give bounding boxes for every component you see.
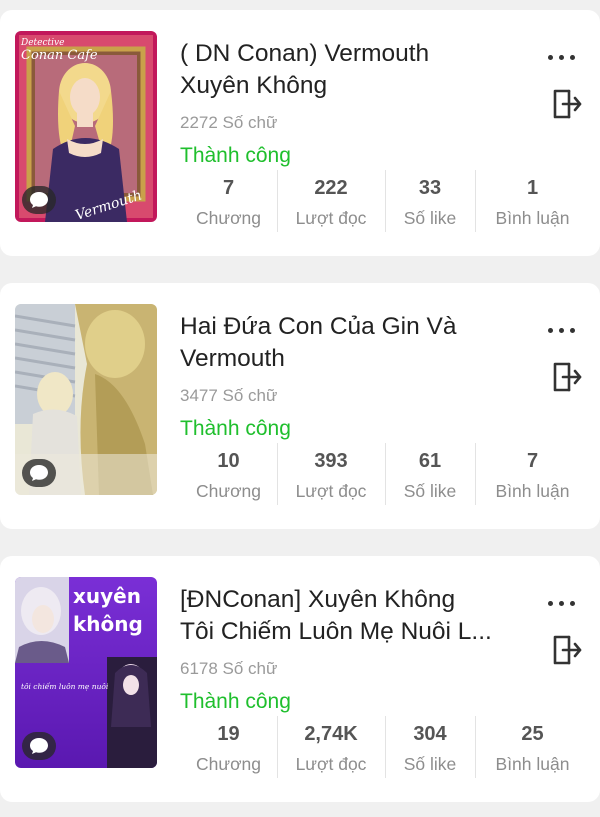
story-stats: 7 Chương 222 Lượt đọc 33 Số like 1 Bình … <box>180 170 590 232</box>
stat-chapters: 7 Chương <box>180 170 277 232</box>
exit-door-icon[interactable] <box>549 87 583 121</box>
more-options-icon[interactable] <box>548 596 584 610</box>
svg-text:xuyên: xuyên <box>73 584 141 608</box>
stat-value: 393 <box>314 450 348 472</box>
comment-bubble-icon <box>22 459 56 487</box>
story-title-line-2: Tôi Chiếm Luôn Mẹ Nuôi L... <box>180 618 492 645</box>
story-card[interactable]: Hai Đứa Con Của Gin Và Vermouth 3477 Số … <box>0 283 600 529</box>
stat-likes: 61 Số like <box>385 443 475 505</box>
stat-label: Lượt đọc <box>295 481 367 501</box>
status-label: Thành công <box>180 690 291 713</box>
story-stats: 19 Chương 2,74K Lượt đọc 304 Số like 25 … <box>180 716 590 778</box>
comment-bubble-icon <box>22 186 56 214</box>
word-count: 3477 Số chữ <box>180 386 278 405</box>
stat-label: Chương <box>195 754 262 774</box>
stat-comments: 25 Bình luận <box>475 716 590 778</box>
stat-value: 304 <box>413 723 447 745</box>
stat-value: 1 <box>526 177 539 199</box>
stat-value: 33 <box>418 177 442 199</box>
stat-likes: 304 Số like <box>385 716 475 778</box>
stat-reads: 222 Lượt đọc <box>277 170 385 232</box>
stat-label: Bình luận <box>495 481 570 501</box>
story-card[interactable]: Detective Conan Cafe Vermouth ( DN Conan… <box>0 10 600 256</box>
stat-label: Số like <box>403 481 457 501</box>
stat-value: 7 <box>222 177 235 199</box>
svg-text:tôi chiếm luôn mẹ nuôi: tôi chiếm luôn mẹ nuôi <box>21 682 109 691</box>
stat-value: 25 <box>521 723 544 745</box>
status-label: Thành công <box>180 417 291 440</box>
comment-bubble-icon <box>22 732 56 760</box>
more-options-icon[interactable] <box>548 50 584 64</box>
stat-label: Bình luận <box>495 754 570 774</box>
exit-door-icon[interactable] <box>549 360 583 394</box>
story-cover-image[interactable]: xuyên không tôi chiếm luôn mẹ nuôi <box>15 577 157 768</box>
stat-value: 2,74K <box>304 723 358 745</box>
stat-comments: 7 Bình luận <box>475 443 590 505</box>
story-title-line-2: Vermouth <box>180 345 285 372</box>
story-stats: 10 Chương 393 Lượt đọc 61 Số like 7 Bình… <box>180 443 590 505</box>
story-title[interactable]: Hai Đứa Con Của Gin Và Vermouth <box>180 311 512 375</box>
stat-comments: 1 Bình luận <box>475 170 590 232</box>
stat-label: Lượt đọc <box>295 754 367 774</box>
stat-chapters: 19 Chương <box>180 716 277 778</box>
story-title-line-1: ( DN Conan) Vermouth <box>180 40 430 67</box>
story-card[interactable]: xuyên không tôi chiếm luôn mẹ nuôi [ĐNCo… <box>0 556 600 802</box>
stat-label: Số like <box>403 208 457 228</box>
stat-value: 19 <box>217 723 240 745</box>
stat-value: 7 <box>526 450 539 472</box>
svg-text:Detective: Detective <box>20 38 64 48</box>
story-title-line-1: Hai Đứa Con Của Gin Và <box>180 313 457 340</box>
svg-text:Conan Cafe: Conan Cafe <box>21 48 98 63</box>
stat-label: Chương <box>195 481 262 501</box>
word-count: 6178 Số chữ <box>180 659 278 678</box>
svg-text:không: không <box>73 612 143 636</box>
stat-label: Lượt đọc <box>295 208 367 228</box>
stat-value: 222 <box>314 177 348 199</box>
story-title-line-1: [ĐNConan] Xuyên Không <box>180 586 456 613</box>
story-cover-image[interactable] <box>15 304 157 495</box>
story-title[interactable]: ( DN Conan) Vermouth Xuyên Không <box>180 38 512 102</box>
stat-likes: 33 Số like <box>385 170 475 232</box>
story-cover-image[interactable]: Detective Conan Cafe Vermouth <box>15 31 157 222</box>
story-title[interactable]: [ĐNConan] Xuyên Không Tôi Chiếm Luôn Mẹ … <box>180 584 512 648</box>
stat-label: Chương <box>195 208 262 228</box>
stat-value: 10 <box>217 450 240 472</box>
stat-reads: 393 Lượt đọc <box>277 443 385 505</box>
stat-label: Bình luận <box>495 208 570 228</box>
stat-label: Số like <box>403 754 457 774</box>
word-count: 2272 Số chữ <box>180 113 278 132</box>
stat-value: 61 <box>418 450 442 472</box>
status-label: Thành công <box>180 144 291 167</box>
more-options-icon[interactable] <box>548 323 584 337</box>
stat-chapters: 10 Chương <box>180 443 277 505</box>
story-title-line-2: Xuyên Không <box>180 72 328 99</box>
stat-reads: 2,74K Lượt đọc <box>277 716 385 778</box>
exit-door-icon[interactable] <box>549 633 583 667</box>
